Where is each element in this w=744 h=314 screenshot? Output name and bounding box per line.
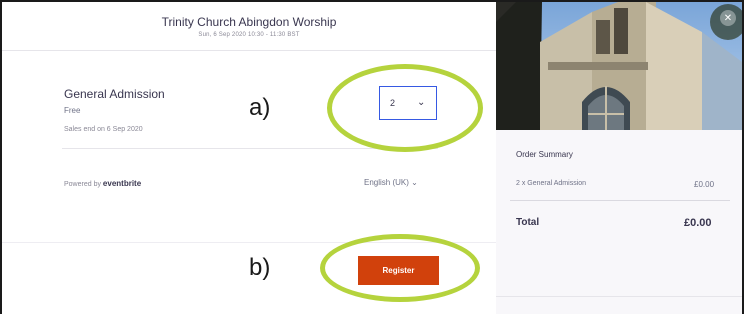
annotation-b: b) — [249, 254, 271, 281]
order-summary-panel: ✕ Order Summary 2 x General Admission £0… — [496, 2, 742, 314]
event-date: Sun, 6 Sep 2020 10:30 - 11:30 BST — [198, 32, 300, 38]
close-icon[interactable]: ✕ — [720, 10, 736, 26]
checkout-panel: Trinity Church Abingdon Worship Sun, 6 S… — [2, 2, 496, 314]
sales-end-text: Sales end on 6 Sep 2020 — [64, 126, 143, 133]
total-value: £0.00 — [684, 217, 712, 229]
checkout-header: Trinity Church Abingdon Worship Sun, 6 S… — [2, 2, 496, 51]
chevron-down-icon: ⌄ — [411, 178, 418, 187]
eventbrite-logo[interactable]: eventbrite — [103, 179, 141, 188]
powered-by: Powered by eventbrite — [64, 179, 141, 188]
summary-item-label: 2 x General Admission — [516, 180, 587, 187]
highlight-ellipse-a — [327, 64, 483, 152]
summary-item-price: £0.00 — [694, 180, 715, 189]
event-image: ✕ — [496, 2, 742, 130]
divider — [510, 200, 730, 201]
divider — [496, 296, 742, 297]
ticket-name: General Admission — [64, 87, 165, 101]
powered-by-prefix: Powered by — [64, 181, 101, 188]
ticket-price: Free — [64, 106, 81, 115]
event-title: Trinity Church Abingdon Worship — [161, 15, 337, 29]
total-label: Total — [516, 217, 540, 228]
highlight-ellipse-b — [320, 234, 480, 302]
language-label: English (UK) — [364, 178, 409, 187]
annotation-a: a) — [249, 94, 271, 121]
language-selector[interactable]: English (UK) ⌄ — [364, 178, 418, 187]
order-summary-title: Order Summary — [516, 150, 573, 159]
